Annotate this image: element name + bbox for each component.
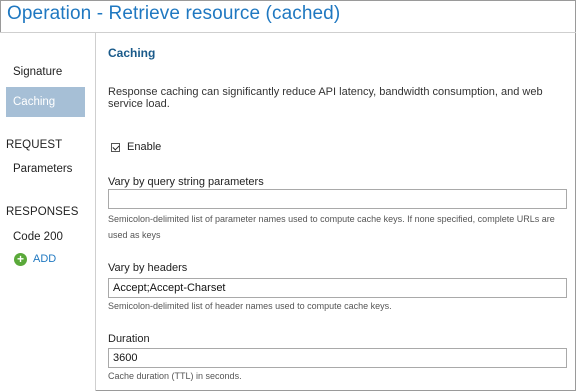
enable-checkbox-row[interactable]: Enable [111,141,161,153]
vary-headers-label: Vary by headers [108,262,188,274]
section-heading: Caching [108,46,156,60]
sidebar-item-parameters[interactable]: Parameters [6,154,85,184]
vary-query-label: Vary by query string parameters [108,176,264,188]
vary-query-input[interactable] [108,189,567,209]
sidebar-item-signature[interactable]: Signature [6,57,85,87]
duration-input[interactable] [108,348,567,368]
sidebar-item-caching[interactable]: Caching [6,87,85,117]
add-icon: + [14,252,27,266]
add-label: ADD [33,253,57,265]
caching-description: Response caching can significantly reduc… [108,86,543,110]
page-title: Operation - Retrieve resource (cached) [7,3,341,24]
sidebar-item-code-200[interactable]: Code 200 [6,222,85,252]
section-label-responses: RESPONSES [6,206,79,218]
duration-label: Duration [108,333,150,345]
add-response-button[interactable]: + ADD [14,251,56,267]
duration-hint: Cache duration (TTL) in seconds. [108,371,242,381]
section-label-request: REQUEST [6,139,63,151]
enable-label: Enable [127,141,162,153]
sidebar-divider [95,33,96,391]
vary-query-hint: Semicolon-delimited list of parameter na… [108,214,555,240]
vary-headers-hint: Semicolon-delimited list of header names… [108,301,392,311]
vary-headers-input[interactable] [108,278,567,298]
enable-checkbox[interactable] [111,142,120,152]
